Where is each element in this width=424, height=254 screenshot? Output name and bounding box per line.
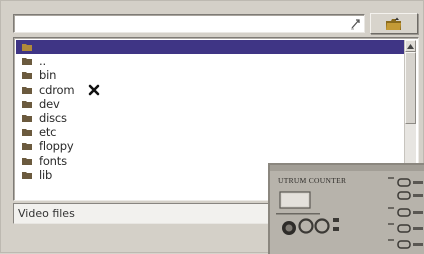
list-item[interactable]: dev xyxy=(16,97,405,111)
list-item-label: discs xyxy=(39,110,67,125)
list-item[interactable]: cdrom xyxy=(16,83,405,97)
list-item-label: cdrom xyxy=(39,82,75,97)
list-item-label: lib xyxy=(39,167,53,182)
scroll-up-button[interactable] xyxy=(405,40,416,52)
folder-icon xyxy=(22,143,32,151)
list-item-label: bin xyxy=(39,68,57,83)
folder-icon xyxy=(22,44,32,51)
folder-icon xyxy=(22,114,32,122)
folder-icon xyxy=(22,86,32,94)
list-item-label: etc xyxy=(39,125,57,140)
folder-icon xyxy=(22,129,32,137)
list-item[interactable]: discs xyxy=(16,111,405,125)
path-input[interactable] xyxy=(13,14,365,33)
arrow-up-icon xyxy=(407,43,414,49)
up-directory-button[interactable] xyxy=(370,13,418,34)
history-arrow-icon[interactable] xyxy=(348,16,363,31)
list-item[interactable] xyxy=(16,40,405,55)
scroll-thumb[interactable] xyxy=(405,52,416,124)
folder-icon xyxy=(22,100,32,108)
close-x-icon[interactable] xyxy=(88,84,100,96)
file-type-filter[interactable] xyxy=(13,203,283,224)
list-item[interactable]: etc xyxy=(16,125,405,139)
list-item-label: .. xyxy=(39,54,46,69)
file-chooser-dialog: .. bin cdrom dev discs etc floppy fonts … xyxy=(0,0,424,254)
list-item[interactable]: .. xyxy=(16,54,405,68)
list-item-label: fonts xyxy=(39,153,67,168)
device-photo: UTRUM COUNTER xyxy=(268,163,424,254)
device-brand-text: UTRUM COUNTER xyxy=(278,176,346,185)
folder-icon xyxy=(22,157,32,165)
up-folder-icon xyxy=(386,17,401,30)
folder-icon xyxy=(22,171,32,179)
list-item[interactable]: bin xyxy=(16,68,405,82)
folder-icon xyxy=(22,58,32,66)
list-item-label: floppy xyxy=(39,139,74,154)
list-item-label: dev xyxy=(39,96,60,111)
list-item[interactable]: floppy xyxy=(16,139,405,153)
folder-icon xyxy=(22,72,32,80)
